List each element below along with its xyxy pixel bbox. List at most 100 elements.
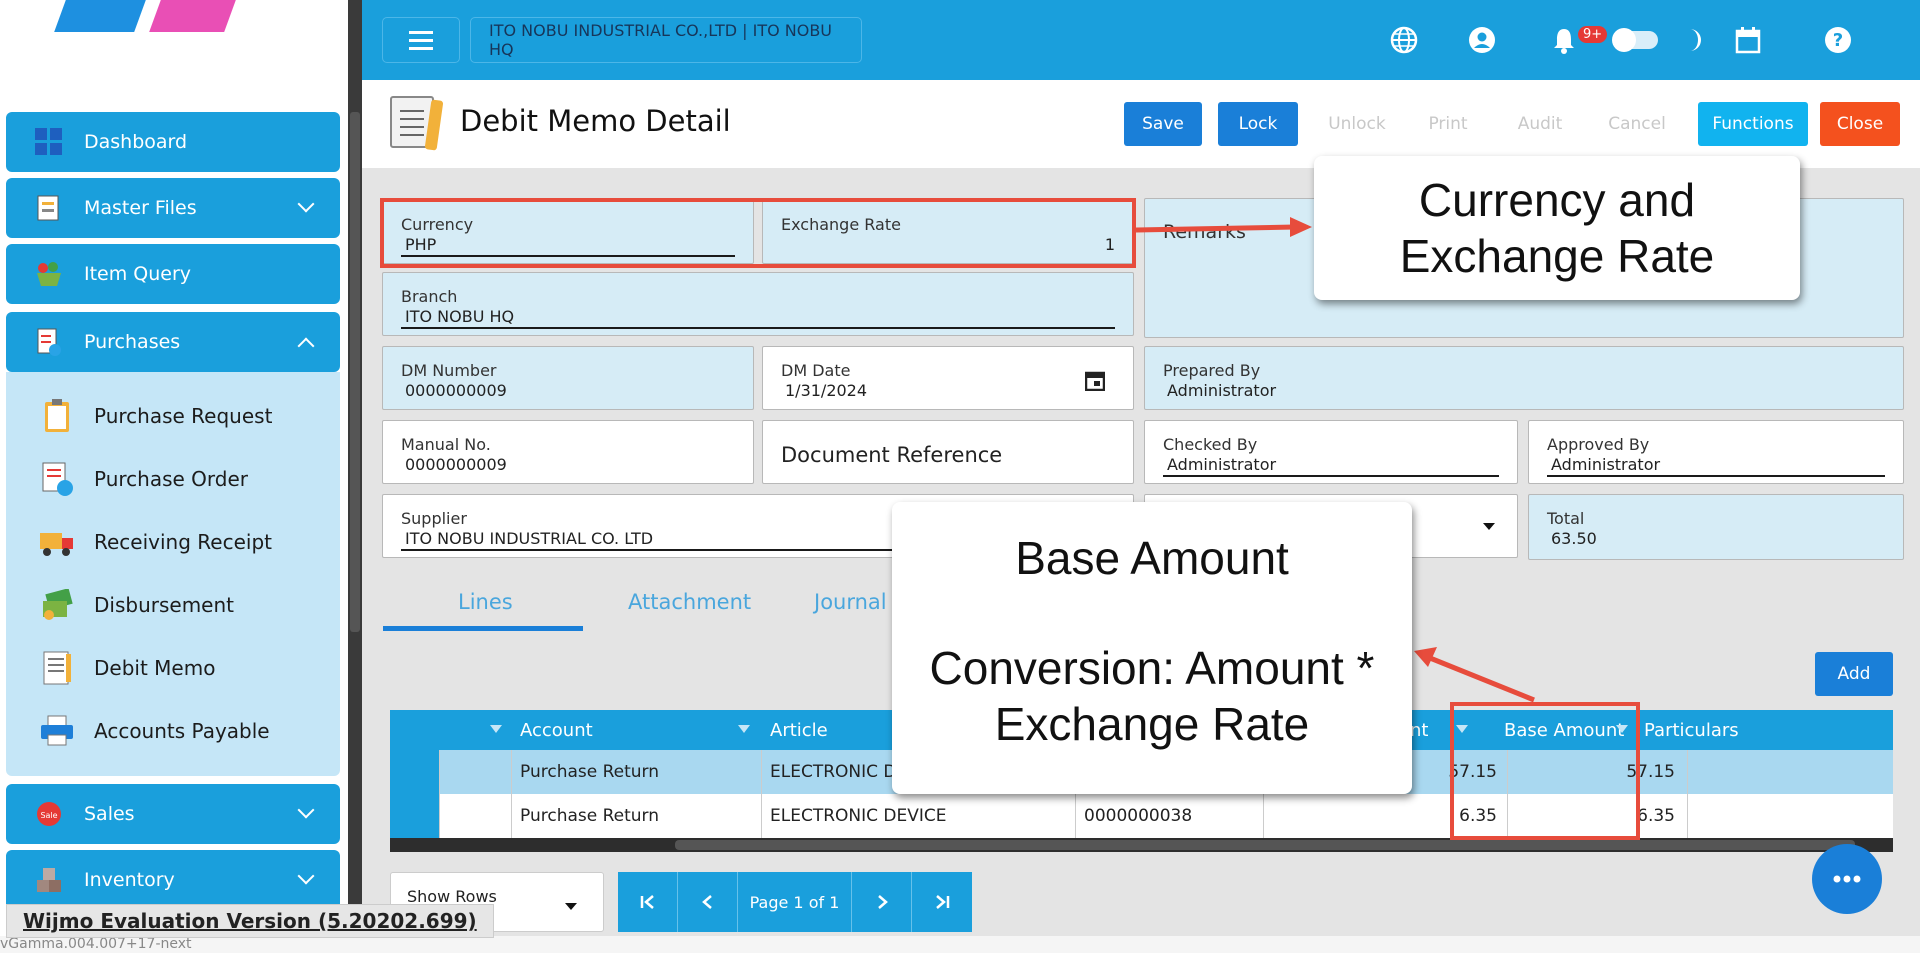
theme-toggle[interactable] bbox=[1612, 28, 1658, 52]
hamburger-menu-button[interactable] bbox=[382, 17, 460, 63]
more-actions-fab[interactable] bbox=[1812, 844, 1882, 914]
currency-highlight-box bbox=[380, 198, 1136, 268]
unlock-button[interactable]: Unlock bbox=[1312, 102, 1402, 146]
clipboard-icon bbox=[38, 397, 76, 435]
notification-badge: 9+ bbox=[1578, 26, 1608, 43]
first-page-icon bbox=[640, 895, 654, 909]
cell-reference[interactable]: 0000000038 bbox=[1076, 794, 1264, 838]
column-header-particulars[interactable]: Particulars bbox=[1644, 710, 1739, 750]
column-header-amount[interactable]: nt bbox=[1410, 710, 1428, 750]
cell-particulars[interactable] bbox=[1688, 750, 1893, 794]
notification-bell-icon[interactable] bbox=[1548, 24, 1580, 56]
column-header-article[interactable]: Article bbox=[770, 710, 828, 750]
functions-button[interactable]: Functions bbox=[1698, 102, 1808, 146]
prepared-by-value: Administrator bbox=[1167, 381, 1277, 400]
dm-number-label: DM Number bbox=[401, 361, 497, 380]
printer-icon bbox=[38, 712, 76, 750]
sidebar-item-accounts-payable[interactable]: Accounts Payable bbox=[38, 711, 270, 751]
sidebar-item-inventory[interactable]: Inventory bbox=[6, 850, 340, 910]
chevron-down-icon bbox=[297, 867, 315, 885]
last-page-button[interactable] bbox=[912, 872, 972, 932]
manual-no-label: Manual No. bbox=[401, 435, 491, 454]
branch-field[interactable]: Branch ITO NOBU HQ bbox=[382, 272, 1134, 336]
manual-no-field[interactable]: Manual No. 0000000009 bbox=[382, 420, 754, 484]
tab-lines[interactable]: Lines bbox=[458, 590, 513, 614]
company-selector[interactable]: ITO NOBU INDUSTRIAL CO.,LTD | ITO NOBU H… bbox=[470, 17, 862, 63]
save-button[interactable]: Save bbox=[1124, 102, 1202, 146]
boxes-icon bbox=[34, 865, 64, 895]
audit-button[interactable]: Audit bbox=[1500, 102, 1580, 146]
calendar-icon[interactable] bbox=[1084, 369, 1106, 395]
active-tab-indicator bbox=[383, 626, 583, 631]
sidebar-item-receiving-receipt[interactable]: Receiving Receipt bbox=[38, 522, 272, 562]
help-icon[interactable]: ? bbox=[1822, 24, 1854, 56]
document-reference-field[interactable]: Document Reference bbox=[762, 420, 1134, 484]
sidebar-item-debit-memo[interactable]: Debit Memo bbox=[38, 648, 215, 688]
sidebar-item-item-query[interactable]: Item Query bbox=[6, 244, 340, 304]
sidebar-scrollbar[interactable] bbox=[348, 0, 362, 953]
checked-by-field[interactable]: Checked By Administrator bbox=[1144, 420, 1518, 484]
prev-page-button[interactable] bbox=[678, 872, 738, 932]
document-reference-placeholder: Document Reference bbox=[781, 443, 1003, 467]
dropdown-caret-icon bbox=[565, 903, 577, 910]
dm-number-field[interactable]: DM Number 0000000009 bbox=[382, 346, 754, 410]
chevron-down-icon bbox=[297, 801, 315, 819]
grid-horizontal-scrollbar[interactable] bbox=[390, 838, 1893, 852]
sub-item-label: Accounts Payable bbox=[94, 719, 270, 743]
column-header-account[interactable]: Account bbox=[520, 710, 593, 750]
sidebar-item-master-files[interactable]: Master Files bbox=[6, 178, 340, 238]
base-amount-highlight-box bbox=[1450, 702, 1640, 840]
cell-account[interactable]: Purchase Return bbox=[512, 794, 762, 838]
sidebar-item-label: Sales bbox=[84, 803, 135, 825]
sidebar-item-label: Item Query bbox=[84, 263, 192, 285]
wijmo-evaluation-notice[interactable]: Wijmo Evaluation Version (5.20202.699) bbox=[6, 904, 494, 938]
user-account-icon[interactable] bbox=[1466, 24, 1498, 56]
row-select-cell[interactable] bbox=[440, 794, 512, 838]
prepared-by-field[interactable]: Prepared By Administrator bbox=[1144, 346, 1904, 410]
close-button[interactable]: Close bbox=[1820, 102, 1900, 146]
page-header: Debit Memo Detail Save Lock Unlock Print… bbox=[362, 80, 1920, 168]
currency-callout-text: Currency and Exchange Rate bbox=[1399, 174, 1715, 282]
row-header[interactable] bbox=[390, 794, 440, 838]
sidebar-item-disbursement[interactable]: Disbursement bbox=[38, 585, 234, 625]
sidebar-item-purchases[interactable]: Purchases bbox=[6, 312, 340, 372]
row-header[interactable] bbox=[390, 750, 440, 794]
cell-account[interactable]: Purchase Return bbox=[512, 750, 762, 794]
cancel-button[interactable]: Cancel bbox=[1594, 102, 1680, 146]
sidebar-item-sales[interactable]: Sale Sales bbox=[6, 784, 340, 844]
dm-date-value: 1/31/2024 bbox=[785, 381, 868, 400]
table-row[interactable]: Purchase Return ELECTRONIC DEVICE 000000… bbox=[390, 794, 1893, 838]
branch-value: ITO NOBU HQ bbox=[405, 307, 515, 326]
dm-date-field[interactable]: DM Date 1/31/2024 bbox=[762, 346, 1134, 410]
tab-attachment[interactable]: Attachment bbox=[628, 590, 751, 614]
chevron-left-icon bbox=[701, 895, 712, 909]
first-page-button[interactable] bbox=[618, 872, 678, 932]
calendar-icon[interactable] bbox=[1732, 24, 1764, 56]
base-amount-callout-body: Conversion: Amount * Exchange Rate bbox=[929, 642, 1375, 750]
print-button[interactable]: Print bbox=[1408, 102, 1488, 146]
lock-button[interactable]: Lock bbox=[1218, 102, 1298, 146]
sidebar-item-purchase-order[interactable]: Purchase Order bbox=[38, 459, 248, 499]
filter-icon[interactable] bbox=[490, 725, 502, 733]
supplier-label: Supplier bbox=[401, 509, 467, 528]
sidebar-item-dashboard[interactable]: Dashboard bbox=[6, 112, 340, 172]
branch-label: Branch bbox=[401, 287, 458, 306]
dm-number-value: 0000000009 bbox=[405, 381, 507, 400]
sub-item-label: Debit Memo bbox=[94, 656, 216, 680]
sub-item-label: Disbursement bbox=[94, 593, 234, 617]
cell-particulars[interactable] bbox=[1688, 794, 1893, 838]
add-line-button[interactable]: Add bbox=[1815, 652, 1893, 696]
filter-icon[interactable] bbox=[738, 725, 750, 733]
top-bar: ITO NOBU INDUSTRIAL CO.,LTD | ITO NOBU H… bbox=[362, 0, 1920, 80]
row-select-cell[interactable] bbox=[440, 750, 512, 794]
svg-text:?: ? bbox=[1833, 30, 1843, 51]
purchases-icon bbox=[34, 327, 64, 357]
globe-icon[interactable] bbox=[1388, 24, 1420, 56]
sidebar-item-purchase-request[interactable]: Purchase Request bbox=[38, 396, 272, 436]
page-info: Page 1 of 1 bbox=[738, 872, 852, 932]
approved-by-field[interactable]: Approved By Administrator bbox=[1528, 420, 1904, 484]
next-page-button[interactable] bbox=[852, 872, 912, 932]
cell-article[interactable]: ELECTRONIC DEVICE bbox=[762, 794, 1076, 838]
last-page-icon bbox=[936, 895, 950, 909]
master-files-icon bbox=[34, 193, 64, 223]
